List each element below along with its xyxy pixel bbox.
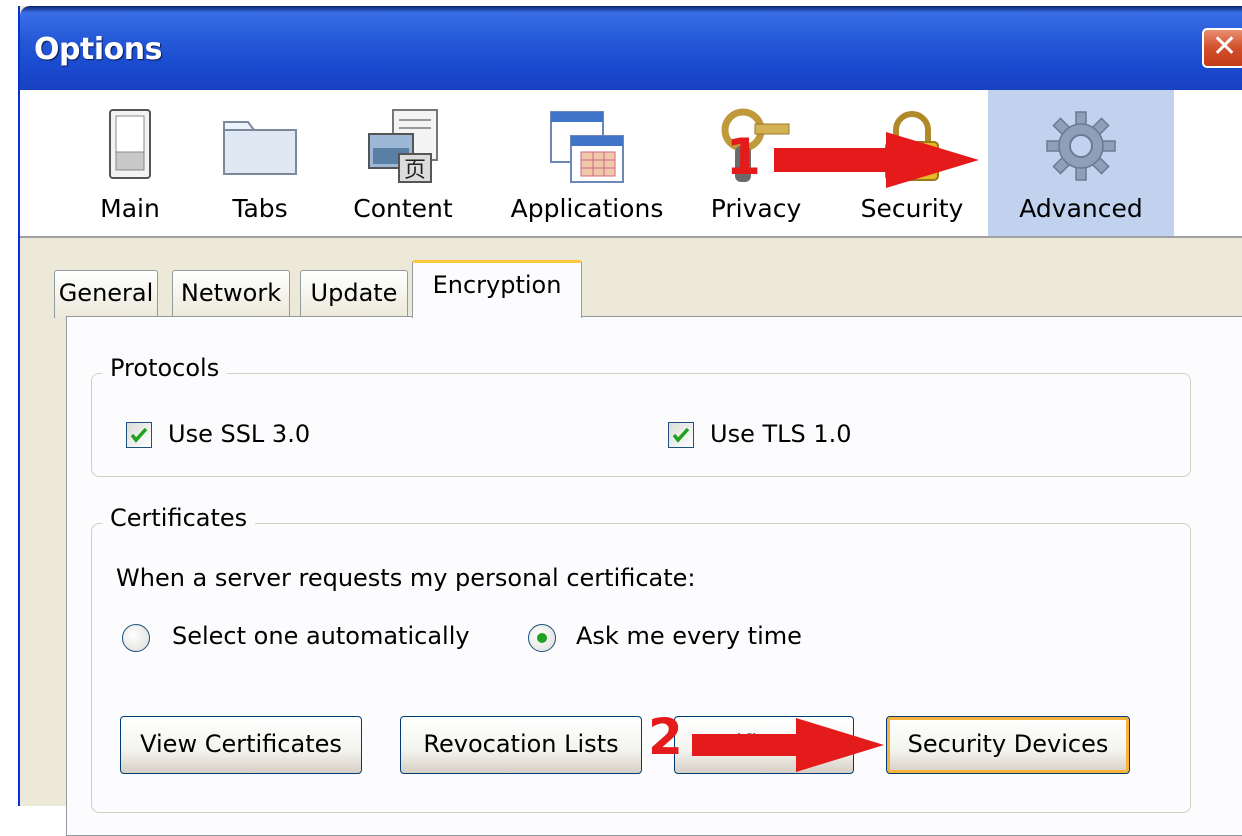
toolbar-item-main[interactable]: Main <box>76 90 184 236</box>
content-icon-glyph: 页 <box>404 158 426 183</box>
tab-network[interactable]: Network <box>172 270 290 318</box>
checkmark-icon <box>672 427 690 443</box>
folder-tabs-icon <box>220 108 300 182</box>
certificates-group: Certificates When a server requests my p… <box>91 504 1191 813</box>
options-window: Options ✕ Main Tabs 页 Content Applicatio… <box>18 6 1242 836</box>
close-button[interactable]: ✕ <box>1202 28 1242 68</box>
toolbar-item-advanced[interactable]: Advanced <box>988 90 1174 236</box>
title-bar[interactable]: Options ✕ <box>20 6 1242 90</box>
window-title: Options <box>34 32 162 67</box>
toolbar-label-content: Content <box>353 194 453 223</box>
arrow-to-security-devices-icon <box>692 718 884 772</box>
ssl-checkbox-label[interactable]: Use SSL 3.0 <box>168 420 310 448</box>
content-area: General Network Update Encryption Protoc… <box>20 238 1242 836</box>
toolbar-label-security: Security <box>860 194 964 223</box>
toolbar-item-content[interactable]: 页 Content <box>338 90 468 236</box>
toolbar-label-main: Main <box>100 194 160 223</box>
ask-every-time-radio[interactable] <box>528 624 556 652</box>
view-certificates-button[interactable]: View Certificates <box>120 716 362 774</box>
security-devices-button[interactable]: Security Devices <box>886 716 1130 774</box>
close-icon: ✕ <box>1212 29 1238 64</box>
certificates-legend: Certificates <box>102 504 256 532</box>
toolbar-label-advanced: Advanced <box>1019 194 1143 223</box>
tls-checkbox-label[interactable]: Use TLS 1.0 <box>710 420 852 448</box>
protocols-legend: Protocols <box>102 354 228 382</box>
revocation-lists-button[interactable]: Revocation Lists <box>400 716 642 774</box>
tab-encryption[interactable]: Encryption <box>412 260 582 318</box>
certificate-prompt: When a server requests my personal certi… <box>116 564 696 592</box>
select-automatically-label[interactable]: Select one automatically <box>172 622 470 650</box>
content-icon: 页 <box>363 108 443 188</box>
protocols-group: Protocols Use SSL 3.0 Use TLS 1.0 <box>91 354 1191 477</box>
options-toolbar: Main Tabs 页 Content Applications Privacy… <box>20 90 1242 238</box>
annotation-step-1: 1 <box>726 128 761 186</box>
toolbar-item-applications[interactable]: Applications <box>502 90 672 236</box>
toolbar-label-tabs: Tabs <box>232 194 288 223</box>
tab-general[interactable]: General <box>54 270 158 318</box>
toolbar-item-tabs[interactable]: Tabs <box>210 90 310 236</box>
radio-selected-dot <box>537 633 547 643</box>
checkmark-icon <box>130 427 148 443</box>
applications-icon <box>547 108 627 190</box>
ssl-checkbox[interactable] <box>126 422 152 448</box>
annotation-step-2: 2 <box>648 708 683 766</box>
gear-icon <box>1043 108 1119 188</box>
toolbar-label-applications: Applications <box>510 194 664 223</box>
switch-icon <box>108 108 152 184</box>
tab-update[interactable]: Update <box>300 270 408 318</box>
ask-every-time-label[interactable]: Ask me every time <box>576 622 802 650</box>
encryption-panel: Protocols Use SSL 3.0 Use TLS 1.0 Certif… <box>66 316 1242 836</box>
toolbar-label-privacy: Privacy <box>710 194 802 223</box>
tls-checkbox[interactable] <box>668 422 694 448</box>
select-automatically-radio[interactable] <box>122 624 150 652</box>
arrow-to-advanced-icon <box>774 132 979 188</box>
